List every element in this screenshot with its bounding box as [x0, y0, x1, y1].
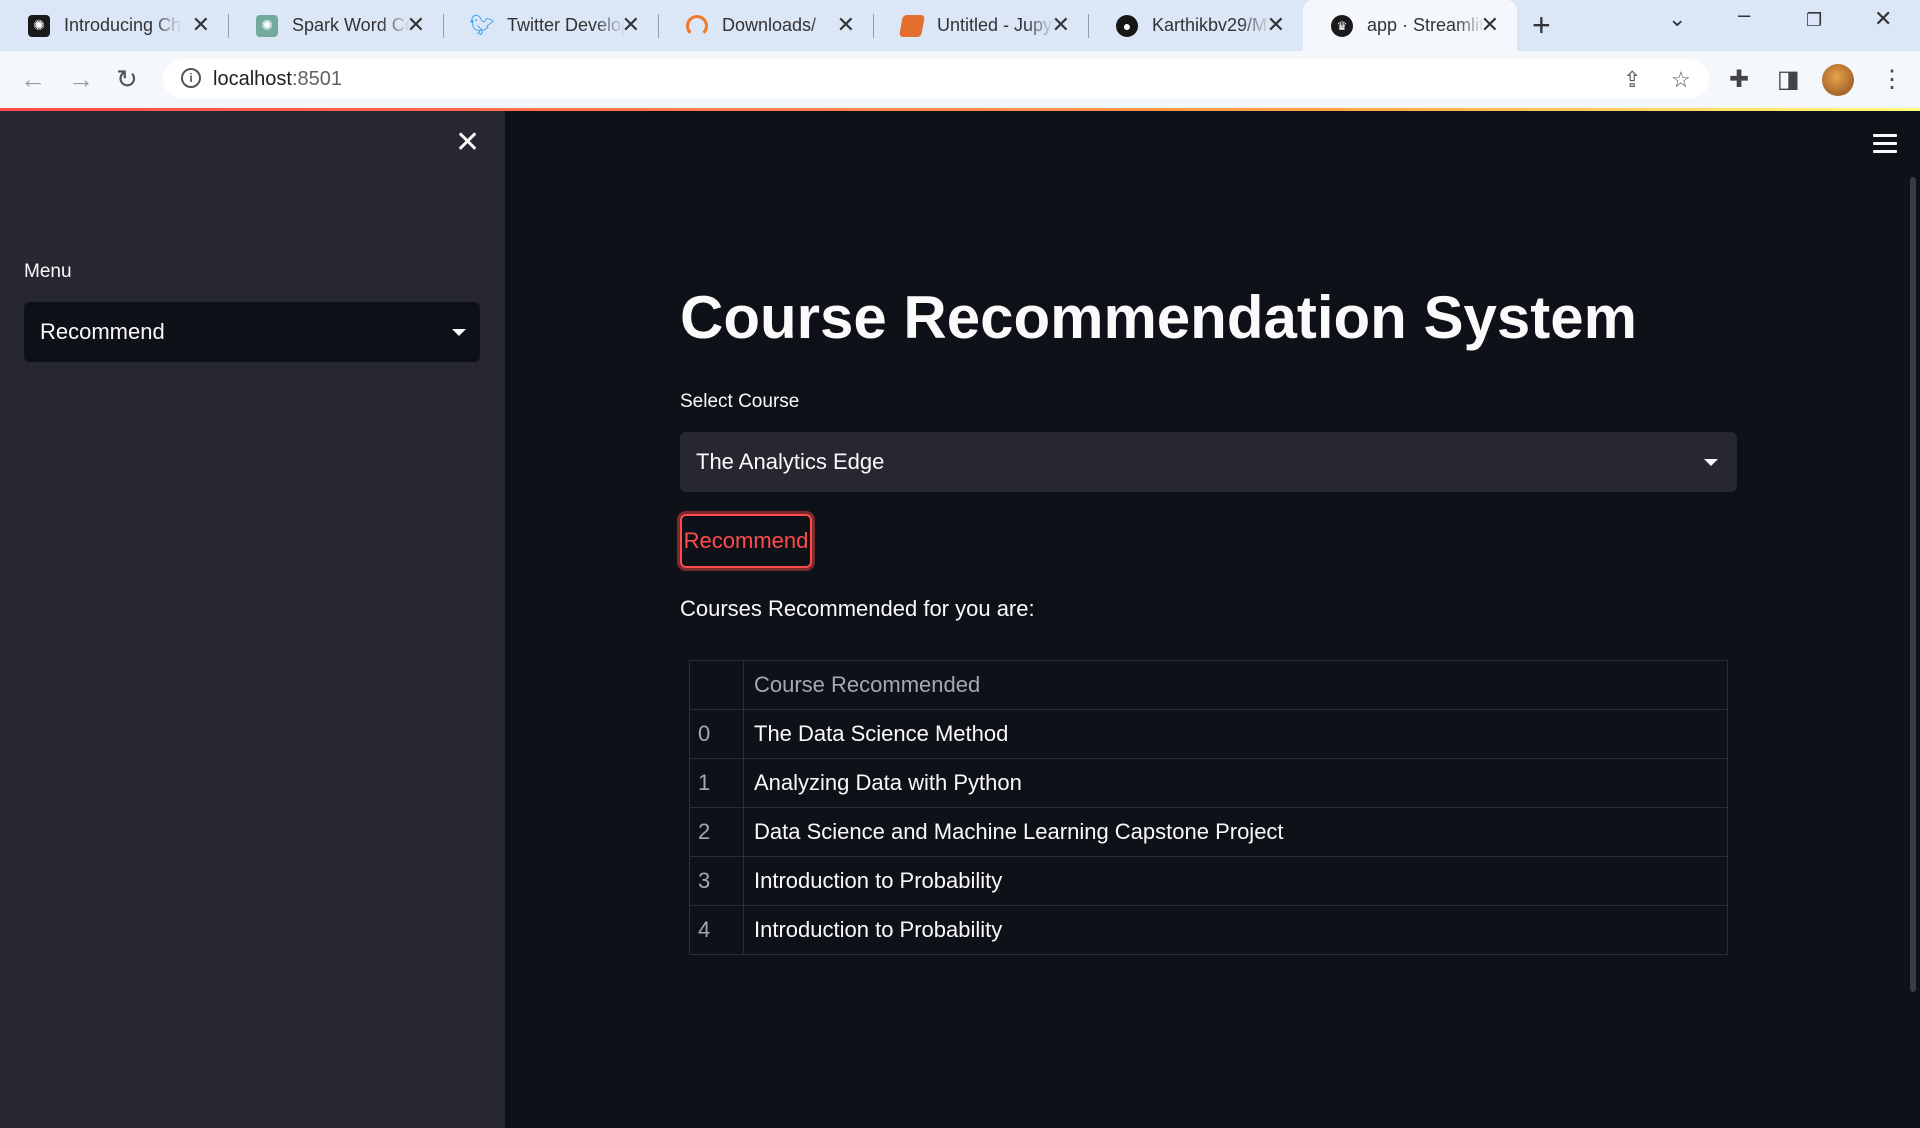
close-icon[interactable]: ✕: [407, 13, 425, 37]
close-icon[interactable]: ✕: [837, 13, 855, 37]
site-info-icon[interactable]: i: [181, 68, 201, 88]
table-row: 3 Introduction to Probability: [689, 856, 1728, 906]
window-close-icon[interactable]: ✕: [1874, 6, 1892, 32]
chevron-down-icon: [1704, 459, 1718, 466]
course-select[interactable]: The Analytics Edge: [680, 432, 1737, 492]
row-index: 1: [689, 758, 744, 808]
github-icon: ●: [1116, 14, 1138, 37]
share-icon[interactable]: ⇪: [1623, 67, 1641, 93]
forward-arrow-icon[interactable]: →: [68, 64, 94, 94]
close-icon[interactable]: ✕: [1481, 13, 1499, 37]
more-menu-icon[interactable]: ⋮: [1880, 65, 1904, 94]
side-panel-icon[interactable]: ◨: [1777, 65, 1800, 94]
twitter-icon: 🐦︎: [469, 15, 495, 37]
profile-avatar[interactable]: [1822, 64, 1854, 96]
page-title: Course Recommendation System: [680, 284, 1637, 351]
menu-label: Menu: [24, 261, 72, 282]
menu-select-value: Recommend: [40, 319, 165, 344]
streamlit-icon: ♛: [1331, 14, 1353, 37]
table-row: 4 Introduction to Probability: [689, 905, 1728, 955]
close-icon[interactable]: ✕: [1267, 13, 1285, 37]
row-index: 2: [689, 807, 744, 857]
row-course: The Data Science Method: [743, 709, 1728, 759]
close-icon[interactable]: ✕: [622, 13, 640, 37]
browser-tab-bar: ✺ Introducing ChatGPT ✕ ✺ Spark Word Cou…: [0, 0, 1920, 51]
menu-select[interactable]: Recommend: [24, 302, 480, 362]
chevron-down-icon: [452, 329, 466, 336]
row-index: 0: [689, 709, 744, 759]
extensions-puzzle-icon[interactable]: ✚: [1729, 65, 1749, 94]
tab-spark-word-count[interactable]: ✺ Spark Word Count ✕: [228, 0, 443, 51]
hamburger-menu-icon[interactable]: [1873, 134, 1897, 158]
row-index: 4: [689, 905, 744, 955]
tab-github-karthikbv29[interactable]: ● Karthikbv29/M ✕: [1088, 0, 1303, 51]
table-row: 2 Data Science and Machine Learning Caps…: [689, 807, 1728, 857]
jupyter-book-icon: [899, 14, 925, 37]
openai-icon: ✺: [28, 14, 50, 37]
close-sidebar-icon[interactable]: ✕: [455, 128, 480, 158]
table-row: 0 The Data Science Method: [689, 709, 1728, 759]
results-heading: Courses Recommended for you are:: [680, 596, 1035, 621]
main-content: Course Recommendation System Select Cour…: [505, 111, 1920, 1128]
url-text: localhost:8501: [213, 68, 342, 90]
restore-icon[interactable]: ❐: [1806, 10, 1822, 31]
course-select-value: The Analytics Edge: [696, 449, 885, 474]
address-bar[interactable]: i localhost:8501 ⇪ ☆: [163, 59, 1709, 99]
row-index: 3: [689, 856, 744, 906]
new-tab-button[interactable]: +: [1532, 9, 1551, 41]
sidebar: ✕ Menu Recommend: [0, 111, 505, 1128]
scrollbar[interactable]: [1910, 177, 1916, 992]
tab-introducing-chatgpt[interactable]: ✺ Introducing ChatGPT ✕: [0, 0, 228, 51]
back-arrow-icon[interactable]: ←: [20, 64, 46, 94]
browser-toolbar: ← → ↻ i localhost:8501 ⇪ ☆ ✚ ◨ ⋮: [0, 51, 1920, 108]
row-course: Data Science and Machine Learning Capsto…: [743, 807, 1728, 857]
tab-search-chevron-icon[interactable]: ⌄: [1668, 6, 1686, 32]
chatgpt-icon: ✺: [256, 14, 278, 37]
select-course-label: Select Course: [680, 391, 800, 412]
table-row: 1 Analyzing Data with Python: [689, 758, 1728, 808]
tab-app-streamlit[interactable]: ♛ app · Streamlit ✕: [1303, 0, 1517, 51]
table-header-row: Course Recommended: [689, 660, 1728, 710]
index-header: [689, 660, 744, 710]
recommendations-table: Course Recommended 0 The Data Science Me…: [689, 660, 1728, 955]
tab-downloads[interactable]: Downloads/ ✕: [658, 0, 873, 51]
bookmark-star-icon[interactable]: ☆: [1671, 67, 1691, 93]
jupyter-spinner-icon: [686, 14, 708, 37]
close-icon[interactable]: ✕: [192, 13, 210, 37]
row-course: Introduction to Probability: [743, 905, 1728, 955]
tab-twitter-developer[interactable]: 🐦︎ Twitter Developer ✕: [443, 0, 658, 51]
course-recommended-header: Course Recommended: [743, 660, 1728, 710]
close-icon[interactable]: ✕: [1052, 13, 1070, 37]
minimize-icon[interactable]: –: [1738, 2, 1750, 28]
tab-untitled-jupyter[interactable]: Untitled - Jupyter ✕: [873, 0, 1088, 51]
recommend-button[interactable]: Recommend: [680, 514, 812, 568]
row-course: Introduction to Probability: [743, 856, 1728, 906]
reload-icon[interactable]: ↻: [116, 64, 138, 94]
row-course: Analyzing Data with Python: [743, 758, 1728, 808]
